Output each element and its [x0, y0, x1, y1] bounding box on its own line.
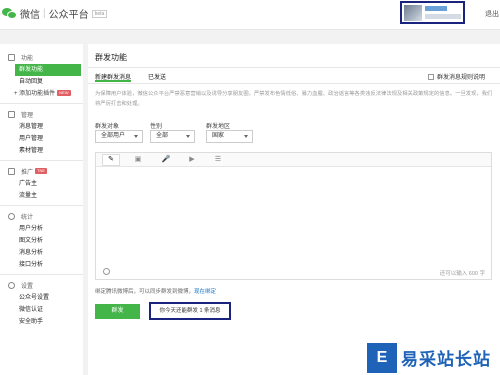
sidebar-item-mass-send[interactable]: 群发功能	[15, 64, 81, 76]
target-select[interactable]: 全部用户	[95, 130, 143, 143]
brand-name: 微信	[20, 10, 40, 21]
section-promotion: 推广 TNE	[0, 164, 83, 178]
account-tag-redacted	[425, 14, 461, 19]
sidebar-item-advertiser[interactable]: 广告主	[0, 178, 83, 190]
sidebar-item-messages[interactable]: 消息管理	[0, 121, 83, 133]
gear-icon	[8, 281, 15, 289]
char-counter: 还可以输入 600 字	[439, 271, 485, 277]
send-button[interactable]: 群发	[95, 304, 140, 319]
watermark-logo: E	[367, 342, 397, 373]
page-title: 群发功能	[95, 53, 127, 62]
beta-badge: beta	[91, 9, 108, 18]
main-panel: 群发功能 新建群发消息 已发送 群发消息规则说明 为保障用户体验，微信公众平台严…	[88, 44, 500, 375]
section-settings: 设置	[0, 278, 83, 292]
bind-weibo-link[interactable]: 现在绑定	[194, 289, 216, 295]
region-label: 群发地区	[206, 124, 231, 130]
wechat-logo[interactable]: 微信 | 公众平台 beta	[2, 6, 108, 21]
sidebar-item-api-analysis[interactable]: 接口分析	[0, 259, 83, 271]
sidebar-item-account-settings[interactable]: 公众号设置	[0, 292, 83, 304]
editor-toolbar: ✎ ▣ 🎤 ▶ ☰	[96, 153, 491, 167]
new-badge: NEW	[57, 90, 71, 96]
rules-link[interactable]: 群发消息规则说明	[428, 72, 485, 81]
sidebar: 功能 群发功能 自动回复 + 添加功能插件 NEW 管理 消息管理 用户管理 素材…	[0, 44, 83, 375]
sidebar-item-message-analysis[interactable]: 消息分析	[0, 247, 83, 259]
gender-label: 性别	[150, 124, 163, 130]
sidebar-item-auto-reply[interactable]: 自动回复	[0, 76, 83, 88]
editor-footer: 还可以输入 600 字	[96, 266, 491, 279]
emoji-icon[interactable]	[103, 268, 110, 275]
logout-link[interactable]: 退出	[485, 9, 499, 19]
quota-notice: 你今天还能群发 1 条消息	[149, 302, 231, 320]
voice-tool-icon[interactable]: 🎤	[161, 155, 171, 164]
image-tool-icon[interactable]: ▣	[133, 155, 143, 164]
sidebar-item-verification[interactable]: 微信认证	[0, 304, 83, 316]
brand-sub: 公众平台	[48, 10, 89, 21]
top-header: 微信 | 公众平台 beta 退出	[0, 0, 500, 30]
account-info-highlight[interactable]	[400, 1, 465, 24]
site-watermark: E 易采站长站	[367, 340, 500, 375]
policy-notice: 为保障用户体验，微信公众平台严禁恶意营销以及诱导分享朋友圈，严禁发布色情低俗、暴…	[95, 91, 493, 107]
text-tool-icon[interactable]: ✎	[102, 154, 120, 166]
video-tool-icon[interactable]: ▶	[187, 155, 197, 164]
chart-icon	[8, 212, 15, 220]
grid-icon	[8, 53, 15, 61]
target-label: 群发对象	[95, 124, 120, 130]
sidebar-item-user-analysis[interactable]: 用户分析	[0, 223, 83, 235]
promo-badge: TNE	[35, 168, 48, 174]
tab-new-mass-message[interactable]: 新建群发消息	[95, 72, 132, 82]
avatar[interactable]	[404, 5, 422, 21]
megaphone-icon	[8, 167, 15, 175]
watermark-text: 易采站长站	[401, 350, 491, 369]
gender-select[interactable]: 全部	[150, 130, 195, 143]
rules-checkbox[interactable]	[428, 73, 434, 80]
account-name-redacted	[425, 6, 447, 11]
sidebar-item-users[interactable]: 用户管理	[0, 133, 83, 145]
folder-icon	[8, 110, 15, 118]
sidebar-item-article-analysis[interactable]: 图文分析	[0, 235, 83, 247]
weibo-hint: 绑定腾讯微博后，可以同步群发到微博，现在绑定	[95, 289, 217, 295]
section-manage: 管理	[0, 107, 83, 121]
section-features: 功能	[0, 50, 83, 64]
message-editor[interactable]: ✎ ▣ 🎤 ▶ ☰ 还可以输入 600 字	[95, 152, 492, 280]
sidebar-item-security[interactable]: 安全助手	[0, 316, 83, 328]
region-select[interactable]: 国家	[206, 130, 253, 143]
add-plugin-link[interactable]: + 添加功能插件 NEW	[0, 88, 83, 100]
article-tool-icon[interactable]: ☰	[213, 155, 223, 164]
tab-sent[interactable]: 已发送	[148, 72, 166, 82]
wechat-icon	[2, 7, 18, 20]
section-stats: 统计	[0, 209, 83, 223]
sidebar-item-materials[interactable]: 素材管理	[0, 145, 83, 157]
sidebar-item-publisher[interactable]: 流量主	[0, 190, 83, 202]
